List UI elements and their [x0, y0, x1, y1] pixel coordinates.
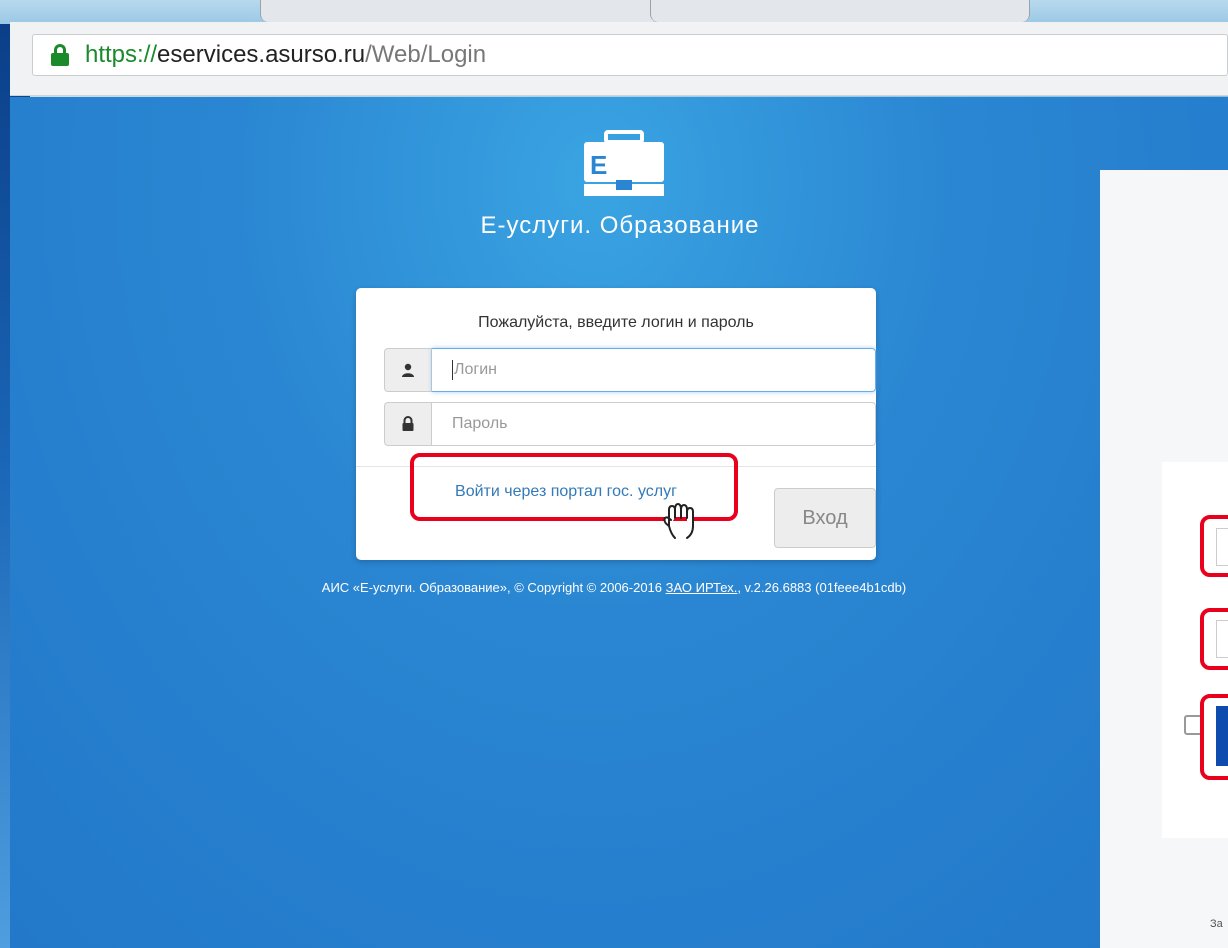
user-icon: [384, 348, 432, 392]
url-path: /Web/Login: [365, 41, 487, 68]
password-input-group: Пароль: [384, 402, 876, 446]
app-title: Е-услуги. Образование: [480, 212, 760, 239]
login-placeholder: Логин: [454, 361, 498, 378]
highlight-annotation: [1200, 608, 1228, 670]
browser-tab-strip: [0, 0, 1228, 24]
lock-icon: [384, 402, 432, 446]
browser-toolbar: https://eservices.asurso.ru/Web/Login: [10, 22, 1228, 96]
lock-icon: [51, 44, 69, 66]
login-submit-button[interactable]: Вход: [774, 488, 876, 548]
url-scheme: https://: [85, 41, 158, 68]
login-prompt: Пожалуйста, введите логин и пароль: [478, 314, 754, 331]
hand-cursor-icon: [663, 503, 694, 539]
login-field[interactable]: Логин: [432, 348, 876, 392]
page-footer: АИС «Е-услуги. Образование», © Copyright…: [0, 580, 1228, 595]
svg-text:E: E: [590, 150, 607, 180]
footer-text-prefix: АИС «Е-услуги. Образование», © Copyright…: [321, 580, 666, 595]
footer-text-suffix: , v.2.26.6883 (01feee4b1cdb): [737, 580, 907, 595]
overlay-footer-text: За: [1210, 918, 1223, 930]
login-input-group: Логин: [384, 348, 876, 392]
company-link[interactable]: ЗАО ИРТех.: [666, 580, 738, 595]
browser-tab[interactable]: [650, 0, 1030, 22]
address-bar[interactable]: https://eservices.asurso.ru/Web/Login: [32, 34, 1228, 76]
highlight-annotation: [1200, 515, 1228, 577]
highlight-annotation: [1200, 694, 1228, 780]
browser-tab[interactable]: [260, 0, 660, 22]
url-host: eservices.asurso.ru: [157, 41, 366, 68]
briefcase-icon: E: [584, 130, 664, 196]
password-placeholder: Пароль: [452, 415, 508, 432]
password-field[interactable]: Пароль: [432, 402, 876, 446]
